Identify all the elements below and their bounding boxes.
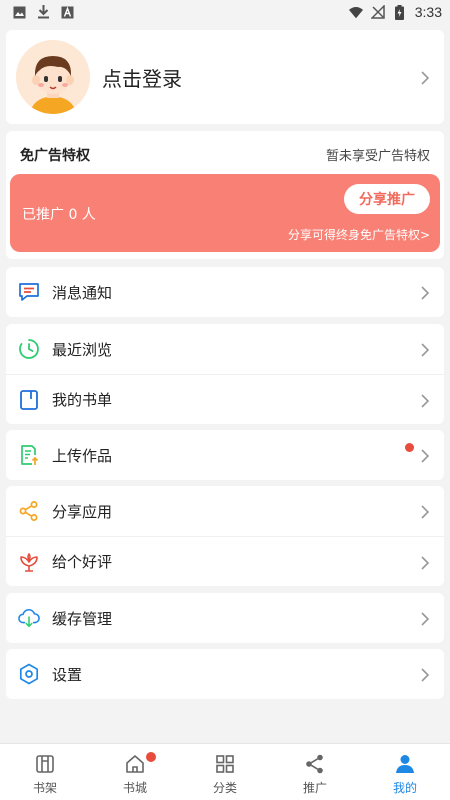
share-icon	[18, 500, 40, 522]
chevron-right-icon	[420, 667, 430, 682]
nav-label: 分类	[212, 781, 237, 795]
grid-icon	[214, 753, 236, 775]
nav-item-category[interactable]: 分类	[180, 744, 270, 800]
menu-label: 上传作品	[52, 446, 113, 465]
status-time: 3:33	[414, 4, 442, 20]
chevron-right-icon	[420, 448, 430, 463]
person-icon	[394, 753, 416, 775]
avatar[interactable]	[16, 40, 90, 114]
menu-item-settings[interactable]: 设置	[6, 649, 444, 699]
nav-item-bookshelf[interactable]: 书架	[0, 744, 90, 800]
status-left	[12, 5, 74, 19]
adfree-card: 免广告特权 暂未享受广告特权 已推广 0 人 分享推广 分享可得终身免广告特权>	[6, 131, 444, 259]
promo-box: 已推广 0 人 分享推广 分享可得终身免广告特权>	[10, 174, 440, 252]
download-icon	[36, 5, 50, 19]
profile-card[interactable]: 点击登录	[6, 30, 444, 124]
menu-label: 最近浏览	[52, 340, 113, 359]
menu-item-booklist[interactable]: 我的书单	[6, 374, 444, 424]
chevron-right-icon	[420, 342, 430, 357]
menu-label: 我的书单	[52, 391, 113, 409]
wifi-icon	[348, 5, 363, 19]
menu-group-browsing: 最近浏览 我的书单	[6, 324, 444, 424]
chevron-right-icon	[420, 285, 430, 300]
chevron-right-icon	[420, 611, 430, 626]
menu-label: 缓存管理	[52, 609, 113, 628]
promoted-count: 已推广 0 人	[22, 207, 96, 223]
chevron-right-icon	[420, 70, 430, 85]
menu-item-recent[interactable]: 最近浏览	[6, 324, 444, 374]
menu-group-upload: 上传作品	[6, 430, 444, 480]
nav-label: 推广	[302, 781, 327, 795]
nav-item-bookstore[interactable]: 书城	[90, 744, 180, 800]
menu-label: 消息通知	[52, 283, 113, 302]
flower-icon	[18, 551, 40, 573]
chevron-right-icon	[420, 555, 430, 570]
no-signal-icon	[370, 5, 385, 19]
bottom-nav: 书架 书城 分类 推广 我的	[0, 743, 450, 800]
menu-item-upload[interactable]: 上传作品	[6, 430, 444, 480]
font-icon	[60, 5, 74, 19]
nav-item-promote[interactable]: 推广	[270, 744, 360, 800]
gear-icon	[18, 663, 40, 685]
chevron-right-icon	[420, 393, 430, 408]
chevron-right-icon	[420, 504, 430, 519]
home-icon	[124, 753, 146, 775]
message-icon	[18, 281, 40, 303]
menu-group-settings: 设置	[6, 649, 444, 699]
menu-item-share-app[interactable]: 分享应用	[6, 486, 444, 536]
bookshelf-icon	[34, 753, 56, 775]
upload-icon	[18, 444, 40, 466]
adfree-title: 免广告特权	[20, 148, 90, 164]
menu-item-cache[interactable]: 缓存管理	[6, 593, 444, 643]
menu-label: 分享应用	[52, 502, 113, 521]
share-promote-button[interactable]: 分享推广	[344, 184, 430, 214]
cloud-download-icon	[18, 607, 40, 629]
menu-group-notifications: 消息通知	[6, 267, 444, 317]
menu-group-cache: 缓存管理	[6, 593, 444, 643]
new-badge	[405, 443, 414, 452]
clock-icon	[18, 338, 40, 360]
menu-item-notifications[interactable]: 消息通知	[6, 267, 444, 317]
booklist-icon	[18, 389, 40, 411]
login-text[interactable]: 点击登录	[102, 63, 182, 92]
status-bar: 3:33	[0, 0, 450, 24]
menu-group-share: 分享应用 给个好评	[6, 486, 444, 586]
promo-hint-link[interactable]: 分享可得终身免广告特权>	[288, 226, 430, 243]
nav-item-mine[interactable]: 我的	[360, 744, 450, 800]
menu-item-rate[interactable]: 给个好评	[6, 536, 444, 586]
nav-label: 书城	[122, 781, 147, 795]
status-right: 3:33	[348, 4, 442, 20]
share-icon	[304, 753, 326, 775]
nav-label: 书架	[32, 781, 57, 795]
menu-label: 设置	[52, 665, 83, 684]
nav-label: 我的	[392, 781, 417, 795]
image-icon	[12, 5, 26, 19]
menu-label: 给个好评	[52, 553, 113, 571]
adfree-status: 暂未享受广告特权	[325, 149, 430, 164]
battery-icon	[393, 4, 407, 20]
nav-badge	[146, 752, 156, 762]
